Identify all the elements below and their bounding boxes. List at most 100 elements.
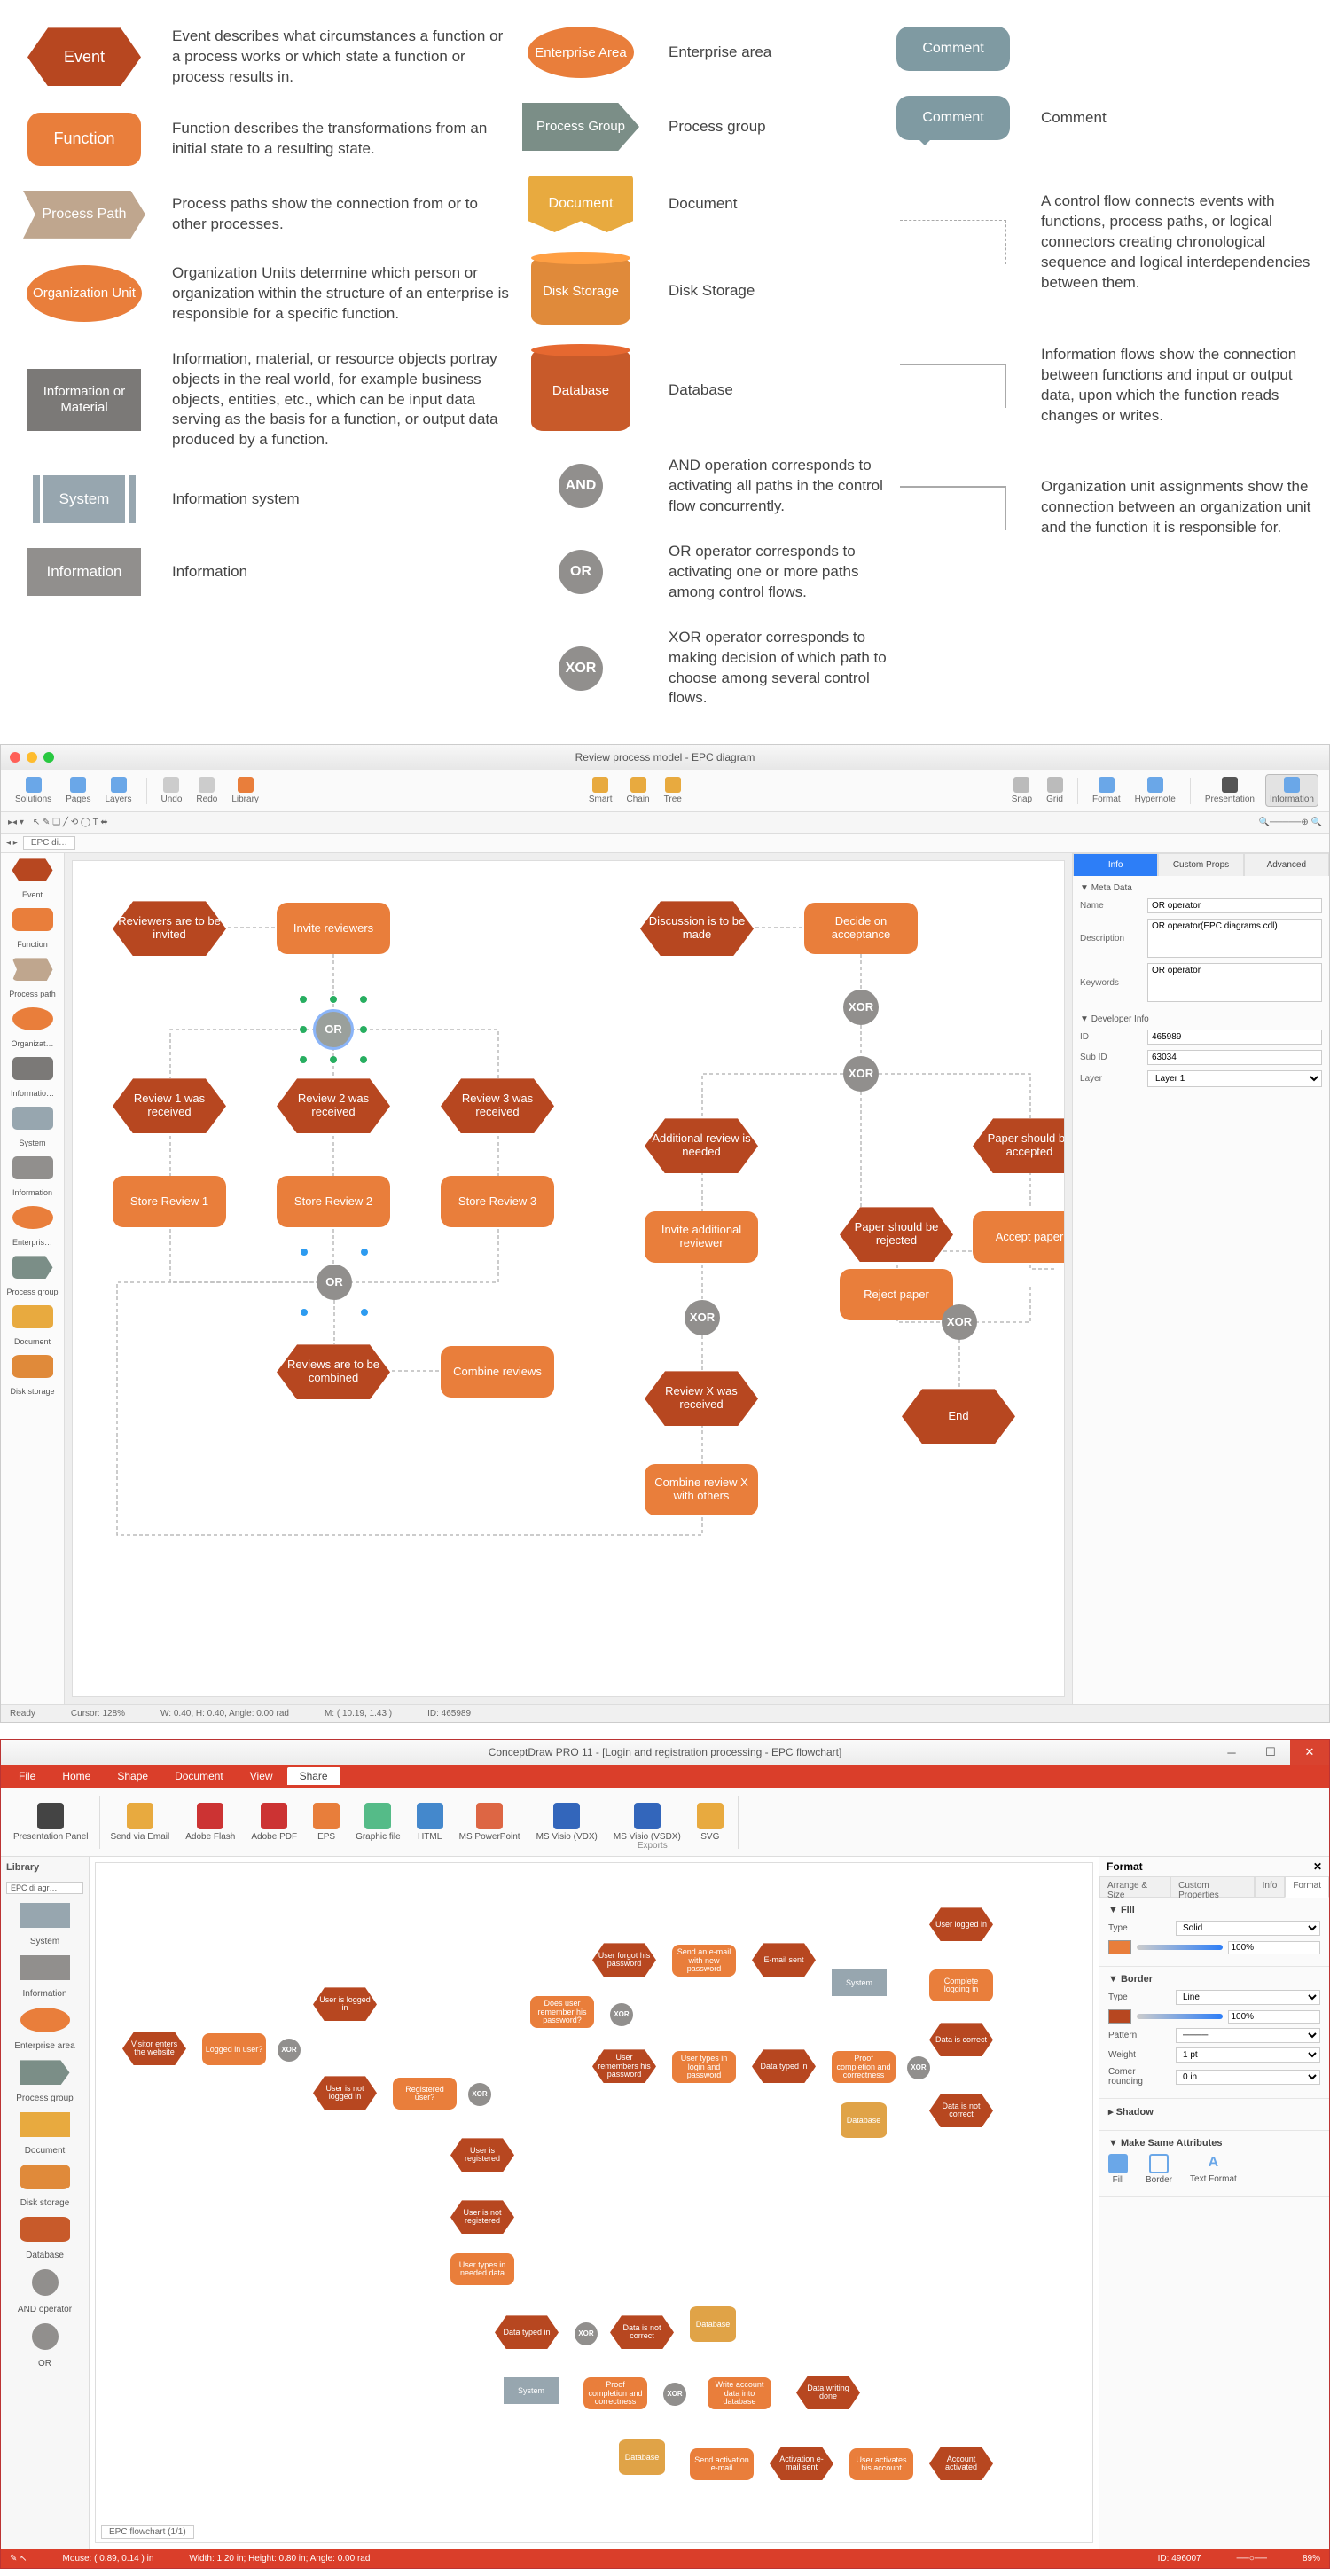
- node-combine-x[interactable]: Combine review X with others: [645, 1464, 758, 1515]
- node-reject[interactable]: Reject paper: [840, 1269, 953, 1320]
- tab-format[interactable]: Format: [1285, 1876, 1329, 1898]
- win-canvas[interactable]: Visitor enters the website Logged in use…: [95, 1862, 1093, 2543]
- toolbar-redo[interactable]: Redo: [192, 775, 221, 806]
- toolbar-format[interactable]: Format: [1089, 775, 1124, 806]
- wn-remembers[interactable]: User remembers his password: [592, 2049, 656, 2083]
- wn-unotreg[interactable]: User is not registered: [450, 2200, 514, 2234]
- toolbar-grid[interactable]: Grid: [1043, 775, 1067, 806]
- wn-reg[interactable]: Registered user?: [393, 2078, 457, 2110]
- toolbar-smart[interactable]: Smart: [585, 775, 616, 806]
- node-reviewers-invite[interactable]: Reviewers are to be invited: [113, 901, 226, 956]
- wn-datatyped2[interactable]: Data typed in: [495, 2315, 559, 2349]
- node-s2[interactable]: Store Review 2: [277, 1176, 390, 1227]
- wn-visitor[interactable]: Visitor enters the website: [122, 2032, 186, 2065]
- node-s3[interactable]: Store Review 3: [441, 1176, 554, 1227]
- wlib-system[interactable]: [20, 1903, 70, 1928]
- advanced-tab[interactable]: Advanced: [1244, 853, 1329, 876]
- wn-useract[interactable]: User activates his account: [849, 2448, 913, 2480]
- mac-library-panel[interactable]: Event Function Process path Organizat… I…: [1, 853, 65, 1704]
- ribbon-ppt[interactable]: MS PowerPoint: [454, 1801, 526, 1844]
- wn-proof[interactable]: Proof completion and correctness: [832, 2051, 896, 2083]
- ribbon-presentation[interactable]: Presentation Panel: [8, 1801, 94, 1844]
- toolbar-chain[interactable]: Chain: [622, 775, 653, 806]
- lib-event[interactable]: [12, 858, 53, 881]
- ribbon-graphic[interactable]: Graphic file: [350, 1801, 406, 1844]
- description-field[interactable]: OR operator(EPC diagrams.cdl): [1147, 919, 1322, 958]
- wn-xor5[interactable]: XOR: [575, 2322, 598, 2345]
- wn-ulogged[interactable]: User is logged in: [313, 1987, 377, 2021]
- tab-arrange[interactable]: Arrange & Size: [1099, 1876, 1170, 1898]
- wn-db2[interactable]: Database: [690, 2306, 736, 2342]
- toolbar-undo[interactable]: Undo: [158, 775, 186, 806]
- lib-process-path[interactable]: [12, 958, 53, 981]
- menu-document[interactable]: Document: [162, 1767, 236, 1785]
- border-opacity-input[interactable]: [1228, 2010, 1321, 2024]
- node-discuss[interactable]: Discussion is to be made: [640, 901, 754, 956]
- fill-opacity-input[interactable]: [1228, 1941, 1321, 1954]
- menu-share[interactable]: Share: [287, 1767, 340, 1785]
- wn-complete[interactable]: Complete logging in: [929, 1969, 993, 2001]
- toolbar-presentation[interactable]: Presentation: [1201, 775, 1258, 806]
- menu-shape[interactable]: Shape: [105, 1767, 160, 1785]
- wn-writedone[interactable]: Data writing done: [796, 2376, 860, 2409]
- panel-close-icon[interactable]: ✕: [1313, 1860, 1322, 1873]
- wn-typelogin[interactable]: User types in login and password: [672, 2051, 736, 2083]
- msa-border-button[interactable]: Border: [1146, 2154, 1172, 2185]
- wn-xor2[interactable]: XOR: [468, 2083, 491, 2106]
- ribbon-flash[interactable]: Adobe Flash: [180, 1801, 240, 1844]
- wlib-and[interactable]: [32, 2269, 59, 2296]
- wn-unotlogged[interactable]: User is not logged in: [313, 2076, 377, 2110]
- menu-home[interactable]: Home: [50, 1767, 103, 1785]
- wn-dcorrect[interactable]: Data is correct: [929, 2023, 993, 2056]
- toolbar-snap[interactable]: Snap: [1008, 775, 1036, 806]
- ribbon-vsdx[interactable]: MS Visio (VSDX): [608, 1801, 686, 1844]
- lib-org-unit[interactable]: [12, 1007, 53, 1030]
- wn-types[interactable]: User types in needed data: [450, 2253, 514, 2285]
- node-decide[interactable]: Decide on acceptance: [804, 903, 918, 954]
- wn-proof2[interactable]: Proof completion and correctness: [583, 2377, 647, 2409]
- pattern-select[interactable]: ────: [1176, 2028, 1320, 2043]
- wn-ureg[interactable]: User is registered: [450, 2138, 514, 2172]
- wn-datatyped[interactable]: Data typed in: [752, 2049, 816, 2083]
- wn-sys2[interactable]: System: [504, 2377, 559, 2404]
- maximize-button[interactable]: ☐: [1251, 1740, 1290, 1765]
- ribbon-email[interactable]: Send via Email: [106, 1801, 176, 1844]
- lib-document[interactable]: [12, 1305, 53, 1328]
- wn-remember[interactable]: Does user remember his password?: [530, 1996, 594, 2028]
- menu-file[interactable]: File: [6, 1767, 48, 1785]
- lib-info-material[interactable]: [12, 1057, 53, 1080]
- fill-type-select[interactable]: Solid: [1176, 1921, 1320, 1936]
- keywords-field[interactable]: OR operator: [1147, 963, 1322, 1002]
- wn-actsent[interactable]: Activation e-mail sent: [770, 2447, 833, 2480]
- node-additional[interactable]: Additional review is needed: [645, 1118, 758, 1173]
- wlib-disk-storage[interactable]: [20, 2165, 70, 2189]
- close-button[interactable]: ✕: [1290, 1740, 1329, 1765]
- tab-custom-props[interactable]: Custom Properties: [1170, 1876, 1255, 1898]
- lib-process-group[interactable]: [12, 1256, 53, 1279]
- layer-select[interactable]: Layer 1: [1147, 1070, 1322, 1087]
- ribbon-html[interactable]: HTML: [411, 1801, 449, 1844]
- menu-view[interactable]: View: [238, 1767, 286, 1785]
- toolbar-information[interactable]: Information: [1265, 774, 1318, 807]
- mac-titlebar[interactable]: Review process model - EPC diagram: [1, 745, 1329, 770]
- wn-sendact[interactable]: Send activation e-mail: [690, 2448, 754, 2480]
- zoom-icon[interactable]: [43, 752, 54, 763]
- wn-emailsent[interactable]: E-mail sent: [752, 1943, 816, 1977]
- mac-canvas[interactable]: Reviewers are to be invited Invite revie…: [72, 860, 1065, 1697]
- toolbar-layers[interactable]: Layers: [102, 775, 136, 806]
- node-r2[interactable]: Review 2 was received: [277, 1078, 390, 1133]
- toolbar-library[interactable]: Library: [228, 775, 262, 806]
- ribbon-eps[interactable]: EPS: [308, 1801, 345, 1844]
- wn-xor3[interactable]: XOR: [610, 2003, 633, 2026]
- lib-system[interactable]: [12, 1107, 53, 1130]
- node-combine-evt[interactable]: Reviews are to be combined: [277, 1344, 390, 1399]
- traffic-lights[interactable]: [10, 752, 54, 763]
- border-color-swatch[interactable]: [1108, 2009, 1131, 2024]
- toolbar-pages[interactable]: Pages: [62, 775, 94, 806]
- wn-db1[interactable]: Database: [841, 2102, 887, 2138]
- custom-props-tab[interactable]: Custom Props: [1158, 853, 1243, 876]
- page-tab[interactable]: EPC flowchart (1/1): [101, 2525, 194, 2539]
- toolbar-tree[interactable]: Tree: [661, 775, 685, 806]
- node-r1[interactable]: Review 1 was received: [113, 1078, 226, 1133]
- border-opacity-slider[interactable]: [1137, 2014, 1223, 2019]
